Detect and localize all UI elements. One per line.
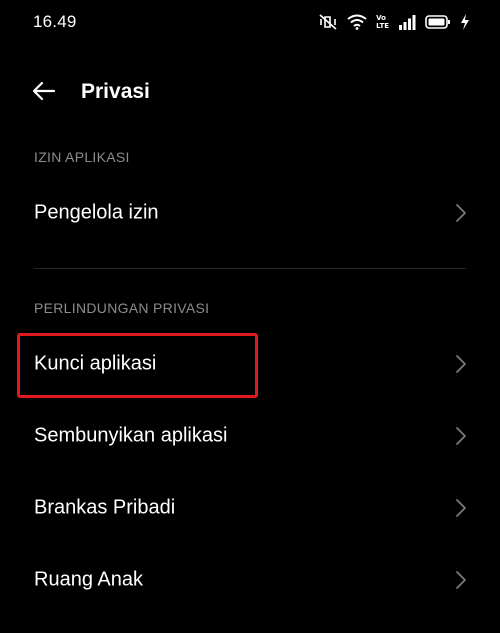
volte-icon: Vo LTE: [376, 14, 389, 30]
volte-bottom-text: LTE: [376, 22, 389, 30]
list-item-label: Ruang Anak: [34, 568, 143, 591]
status-icons: Vo LTE: [318, 12, 470, 32]
list-item-label: Pengelola izin: [34, 201, 159, 224]
list-item-kunci-aplikasi[interactable]: Kunci aplikasi: [0, 332, 500, 396]
section-header-perlindungan-privasi: PERLINDUNGAN PRIVASI: [34, 300, 210, 316]
list-item-brankas-pribadi[interactable]: Brankas Pribadi: [0, 476, 500, 540]
charging-icon: [460, 14, 470, 30]
list-item-sembunyikan-aplikasi[interactable]: Sembunyikan aplikasi: [0, 404, 500, 468]
signal-icon: [398, 14, 416, 30]
arrow-left-icon: [32, 81, 56, 106]
app-bar: Privasi: [0, 70, 500, 116]
section-divider: [34, 268, 466, 269]
back-button[interactable]: [24, 74, 64, 112]
chevron-right-icon: [455, 354, 467, 374]
list-item-ruang-anak[interactable]: Ruang Anak: [0, 548, 500, 612]
chevron-right-icon: [455, 570, 467, 590]
volte-top-text: Vo: [376, 14, 386, 22]
wifi-icon: [347, 14, 367, 30]
chevron-right-icon: [455, 426, 467, 446]
status-bar: 16.49 Vo LTE: [0, 0, 500, 44]
mute-vibrate-icon: [318, 13, 338, 31]
page-title: Privasi: [81, 80, 150, 103]
list-item-label: Sembunyikan aplikasi: [34, 424, 228, 447]
list-item-pengelola-izin[interactable]: Pengelola izin: [0, 181, 500, 245]
chevron-right-icon: [455, 203, 467, 223]
chevron-right-icon: [455, 498, 467, 518]
list-item-label: Kunci aplikasi: [34, 352, 157, 375]
status-time: 16.49: [33, 12, 77, 31]
section-header-izin-aplikasi: IZIN APLIKASI: [34, 149, 130, 165]
list-item-label: Brankas Pribadi: [34, 496, 176, 519]
battery-icon: [425, 14, 451, 30]
